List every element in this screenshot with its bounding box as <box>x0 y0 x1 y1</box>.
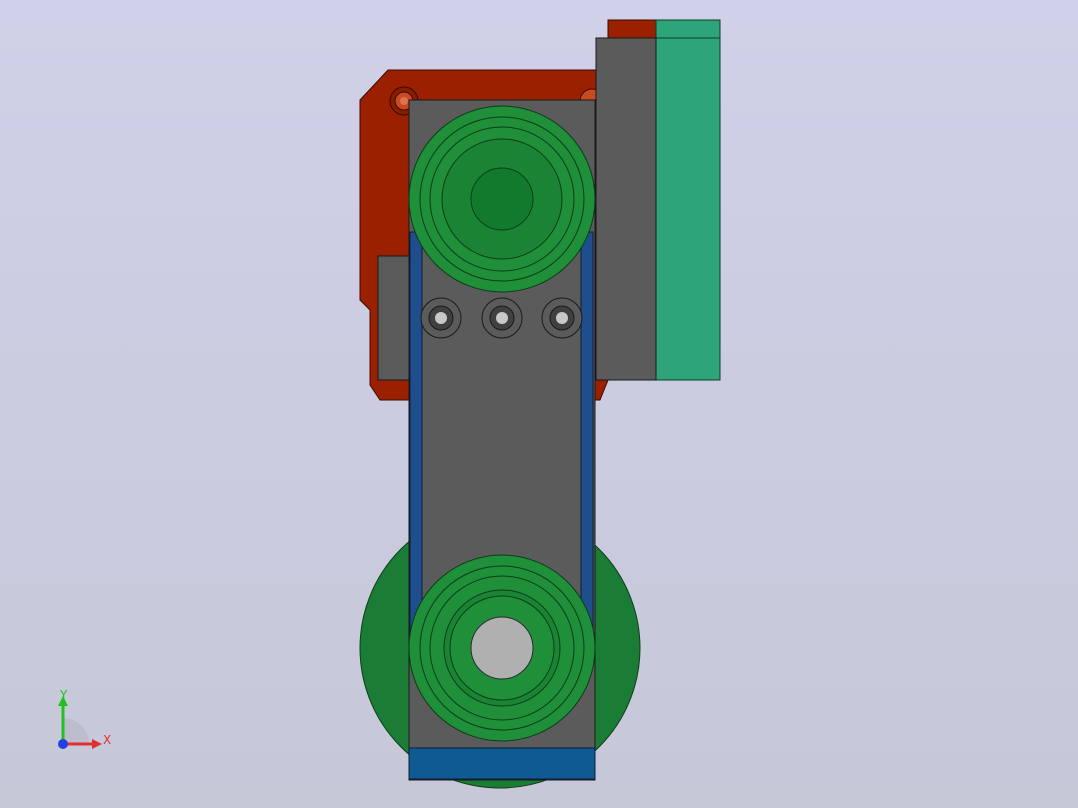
belt-right[interactable] <box>580 231 594 653</box>
belt-left[interactable] <box>409 231 423 653</box>
triad-arc <box>63 718 89 744</box>
x-axis-arrow <box>92 739 102 749</box>
side-block[interactable] <box>377 255 411 381</box>
coordinate-triad: Y X <box>58 688 111 749</box>
arm-screw-1 <box>420 297 462 339</box>
arm-screw-3 <box>541 297 583 339</box>
graphics-viewport[interactable]: Y X <box>0 0 1078 808</box>
z-axis-dot <box>58 739 68 749</box>
model-view[interactable] <box>0 0 1078 808</box>
lower-pulley[interactable] <box>408 554 596 742</box>
y-axis-label: Y <box>59 688 68 702</box>
motor-top-tab[interactable] <box>607 19 659 39</box>
rail-carriage[interactable] <box>595 37 657 381</box>
belt-bottom-cover[interactable] <box>408 747 596 780</box>
rail-green[interactable] <box>655 19 721 381</box>
x-axis-label: X <box>103 733 111 747</box>
upper-pulley[interactable] <box>408 105 596 293</box>
arm-screw-2 <box>481 297 523 339</box>
